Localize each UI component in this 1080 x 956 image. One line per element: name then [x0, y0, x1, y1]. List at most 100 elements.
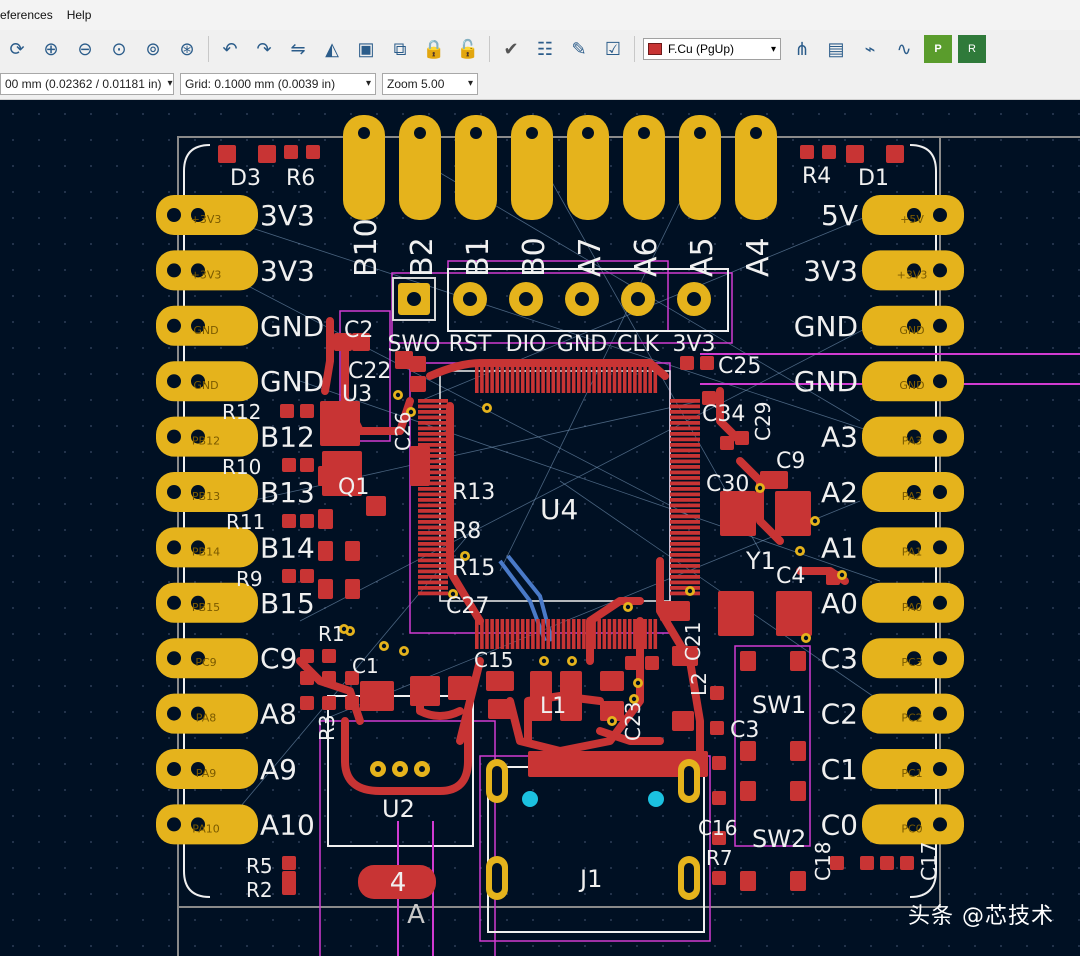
u4-pin-top — [490, 363, 494, 393]
smd-pad — [718, 591, 754, 636]
swd-label: RST — [449, 332, 492, 357]
pad-net-label: PA10 — [192, 822, 219, 835]
header-pad-hole — [526, 127, 538, 139]
zoom-select[interactable]: Zoom 5.00 ▾ — [382, 72, 478, 95]
drc-icon[interactable]: ✔ — [497, 35, 525, 63]
options-toolbar: 00 mm (0.02362 / 0.01181 in) ▾ Grid: 0.10… — [0, 68, 1080, 100]
refresh-icon[interactable]: ⟳ — [3, 35, 31, 63]
u4-pin-top — [500, 363, 505, 393]
via-hole — [569, 658, 575, 664]
rotate-cw-icon[interactable]: ↷ — [250, 35, 278, 63]
freerouting-icon[interactable]: ∿ — [890, 35, 918, 63]
zoom-in-icon[interactable]: ⊕ — [37, 35, 65, 63]
u4-pin-right — [670, 421, 700, 425]
right-pin-label: C2 — [821, 698, 858, 731]
menu-preferences[interactable]: eferences — [0, 8, 53, 22]
u4-pin-top — [510, 363, 515, 393]
u4-pin-bottom — [602, 619, 607, 649]
u4-pin-right — [670, 520, 700, 524]
u4-pin-left — [418, 421, 448, 425]
menu-help[interactable]: Help — [67, 8, 92, 22]
pin-hole — [167, 651, 181, 666]
track-width-select[interactable]: 00 mm (0.02362 / 0.01181 in) ▾ — [0, 72, 174, 95]
via-hole — [609, 718, 615, 724]
ref-d1: D1 — [858, 166, 889, 191]
u4-pin-bottom — [566, 619, 571, 649]
ref-l2: L2 — [687, 672, 711, 696]
ref-c34: C34 — [702, 402, 745, 427]
mirror-icon[interactable]: ◭ — [318, 35, 346, 63]
ref-r7: R7 — [706, 846, 733, 870]
smd-pad — [488, 699, 512, 719]
footprint-editor-icon[interactable]: ✎ — [565, 35, 593, 63]
u4-pin-left — [418, 542, 448, 546]
u4-pin-bottom — [617, 619, 622, 649]
ref-r2: R2 — [246, 878, 273, 902]
u4-pin-right — [670, 542, 700, 546]
pcb-drawing[interactable]: +3V3 +3V3 GND GND PB12 PB13 PB14 PB15 PC9 PA8 PA9 P… — [0, 101, 1080, 956]
pin-hole — [167, 318, 181, 333]
pin-hole — [933, 595, 947, 610]
route-icon[interactable]: ⋔ — [788, 35, 816, 63]
smd-pad — [790, 871, 806, 891]
zoom-selection-icon[interactable]: ⊛ — [173, 35, 201, 63]
zoom-fit-icon[interactable]: ⊙ — [105, 35, 133, 63]
board-setup-icon[interactable]: ☑ — [599, 35, 627, 63]
flip-icon[interactable]: ⇋ — [284, 35, 312, 63]
u4-pin-top — [643, 363, 647, 393]
pad-letter-label: A — [407, 900, 425, 930]
u2-pin-hole — [397, 766, 403, 772]
net-inspector-icon[interactable]: ☷ — [531, 35, 559, 63]
u4-pin-top — [495, 363, 499, 393]
right-pin-label: GND — [794, 310, 858, 343]
pin-hole — [167, 208, 181, 222]
ref-y1: Y1 — [745, 547, 776, 575]
scripting-icon[interactable]: ⌁ — [856, 35, 884, 63]
via-hole — [803, 635, 809, 641]
pcb-canvas[interactable]: +3V3 +3V3 GND GND PB12 PB13 PB14 PB15 PC9 PA8 PA9 P… — [0, 101, 1080, 956]
u4-pin-left — [418, 410, 448, 414]
u4-pin-bottom — [628, 619, 632, 649]
via-hole — [395, 392, 401, 398]
left-pin-label: A10 — [260, 808, 315, 841]
chevron-down-icon: ▾ — [167, 78, 173, 89]
ungroup-icon[interactable]: ⧉ — [386, 35, 414, 63]
u4-pin-bottom — [536, 619, 540, 649]
layer-select[interactable]: F.Cu (PgUp) ▾ — [643, 38, 781, 60]
via-hole — [631, 696, 637, 702]
zoom-objects-icon[interactable]: ⊚ — [139, 35, 167, 63]
pcbway-icon[interactable]: P — [924, 35, 952, 63]
ref-c3: C3 — [730, 718, 759, 743]
main-toolbar: ⟳ ⊕ ⊖ ⊙ ⊚ ⊛ ↶ ↷ ⇋ ◭ ▣ ⧉ 🔒 🔓 ✔ ☷ ✎ ☑ F.Cu (PgUp) ▾ ⋔ ▤ ⌁ ∿ P R — [0, 30, 1080, 68]
u4-pin-bottom — [515, 619, 520, 649]
u4-pin-top — [561, 363, 566, 393]
pad-net-label: PB12 — [192, 435, 220, 448]
grid-select[interactable]: Grid: 0.1000 mm (0.0039 in) ▾ — [180, 72, 376, 95]
chevron-down-icon: ▾ — [467, 78, 473, 89]
zoom-out-icon[interactable]: ⊖ — [71, 35, 99, 63]
rf-tools-icon[interactable]: R — [958, 35, 986, 63]
swd-label: 3V3 — [672, 332, 715, 357]
lock-icon[interactable]: 🔒 — [420, 35, 448, 63]
pin-hole — [933, 374, 947, 389]
right-pin-label: C3 — [821, 642, 858, 675]
python-console-icon[interactable]: ▤ — [822, 35, 850, 63]
group-icon[interactable]: ▣ — [352, 35, 380, 63]
smd-pad — [282, 569, 296, 583]
u4-pin-right — [670, 580, 700, 585]
u4-pin-bottom — [653, 619, 658, 649]
ref-r5: R5 — [246, 854, 273, 878]
u4-pin-right — [670, 553, 700, 557]
smd-pad — [712, 791, 726, 805]
pad-net-label: PA3 — [902, 435, 922, 448]
u4-pin-right — [670, 426, 700, 431]
unlock-icon[interactable]: 🔓 — [454, 35, 482, 63]
rotate-ccw-icon[interactable]: ↶ — [216, 35, 244, 63]
u4-pin-bottom — [643, 619, 647, 649]
smd-pad — [318, 466, 333, 486]
pin-hole — [167, 374, 181, 389]
u4-pin-left — [418, 531, 448, 535]
u4-pin-right — [670, 415, 700, 420]
smd-pad — [284, 145, 298, 159]
ref-r3: R3 — [315, 714, 339, 741]
